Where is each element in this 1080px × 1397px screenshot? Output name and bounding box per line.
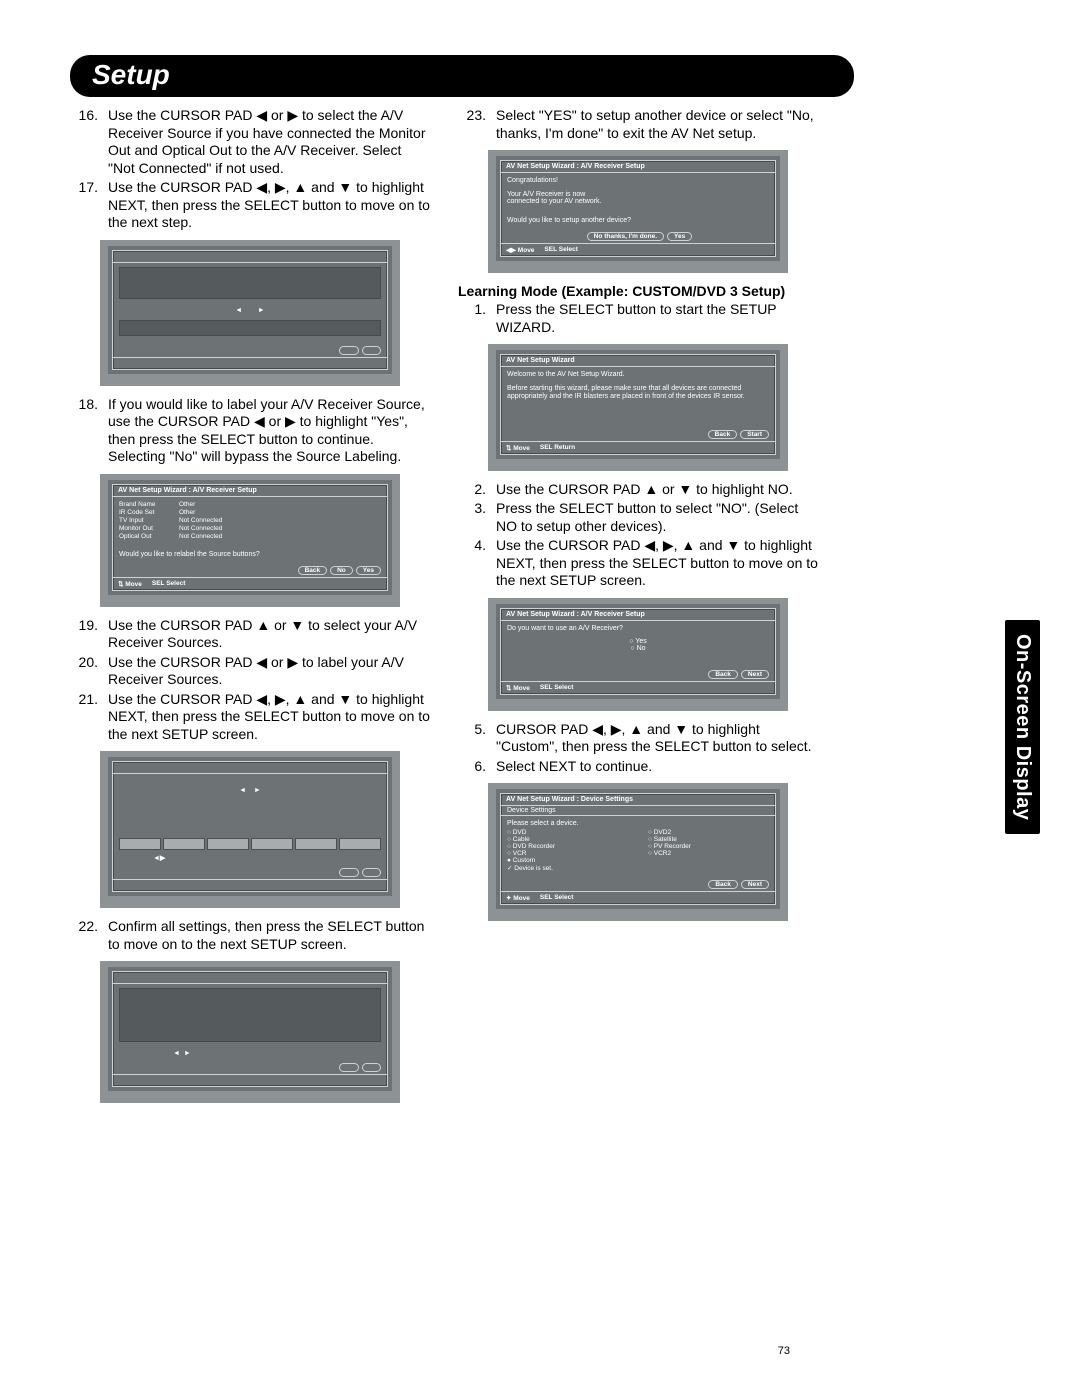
step-item: 5.CURSOR PAD ◀, ▶, ▲ and ▼ to highlight … [458, 721, 818, 756]
tv-screenshot-5: AV Net Setup Wizard : A/V Receiver Setup… [488, 150, 788, 273]
tv-screenshot-4: ◄ ► [100, 961, 400, 1103]
page-header: Setup [70, 55, 854, 97]
step-item: 16.Use the CURSOR PAD ◀ or ▶ to select t… [70, 107, 430, 177]
learning-mode-heading: Learning Mode (Example: CUSTOM/DVD 3 Set… [458, 283, 818, 299]
tv-screenshot-7: AV Net Setup Wizard : A/V Receiver Setup… [488, 598, 788, 711]
page-number: 73 [778, 1345, 790, 1357]
step-item: 4.Use the CURSOR PAD ◀, ▶, ▲ and ▼ to hi… [458, 537, 818, 590]
tv-screenshot-8: AV Net Setup Wizard : Device Settings De… [488, 783, 788, 921]
step-item: 17.Use the CURSOR PAD ◀, ▶, ▲ and ▼ to h… [70, 179, 430, 232]
right-column: 23.Select "YES" to setup another device … [458, 107, 818, 1113]
step-item: 3.Press the SELECT button to select "NO"… [458, 500, 818, 535]
tv-screenshot-2: AV Net Setup Wizard : A/V Receiver Setup… [100, 474, 400, 607]
step-item: 18.If you would like to label your A/V R… [70, 396, 430, 466]
tv-screenshot-1: ◄ ► [100, 240, 400, 386]
step-item: 22.Confirm all settings, then press the … [70, 918, 430, 953]
tv-screenshot-3: ◄ ► ◄▶ [100, 751, 400, 908]
step-item: 6.Select NEXT to continue. [458, 758, 818, 776]
step-item: 21.Use the CURSOR PAD ◀, ▶, ▲ and ▼ to h… [70, 691, 430, 744]
step-item: 20.Use the CURSOR PAD ◀ or ▶ to label yo… [70, 654, 430, 689]
left-column: 16.Use the CURSOR PAD ◀ or ▶ to select t… [70, 107, 430, 1113]
side-tab: On-Screen Display [1005, 620, 1040, 834]
step-item: 23.Select "YES" to setup another device … [458, 107, 818, 142]
step-item: 19.Use the CURSOR PAD ▲ or ▼ to select y… [70, 617, 430, 652]
step-item: 2.Use the CURSOR PAD ▲ or ▼ to highlight… [458, 481, 818, 499]
tv-screenshot-6: AV Net Setup Wizard Welcome to the AV Ne… [488, 344, 788, 471]
step-item: 1.Press the SELECT button to start the S… [458, 301, 818, 336]
